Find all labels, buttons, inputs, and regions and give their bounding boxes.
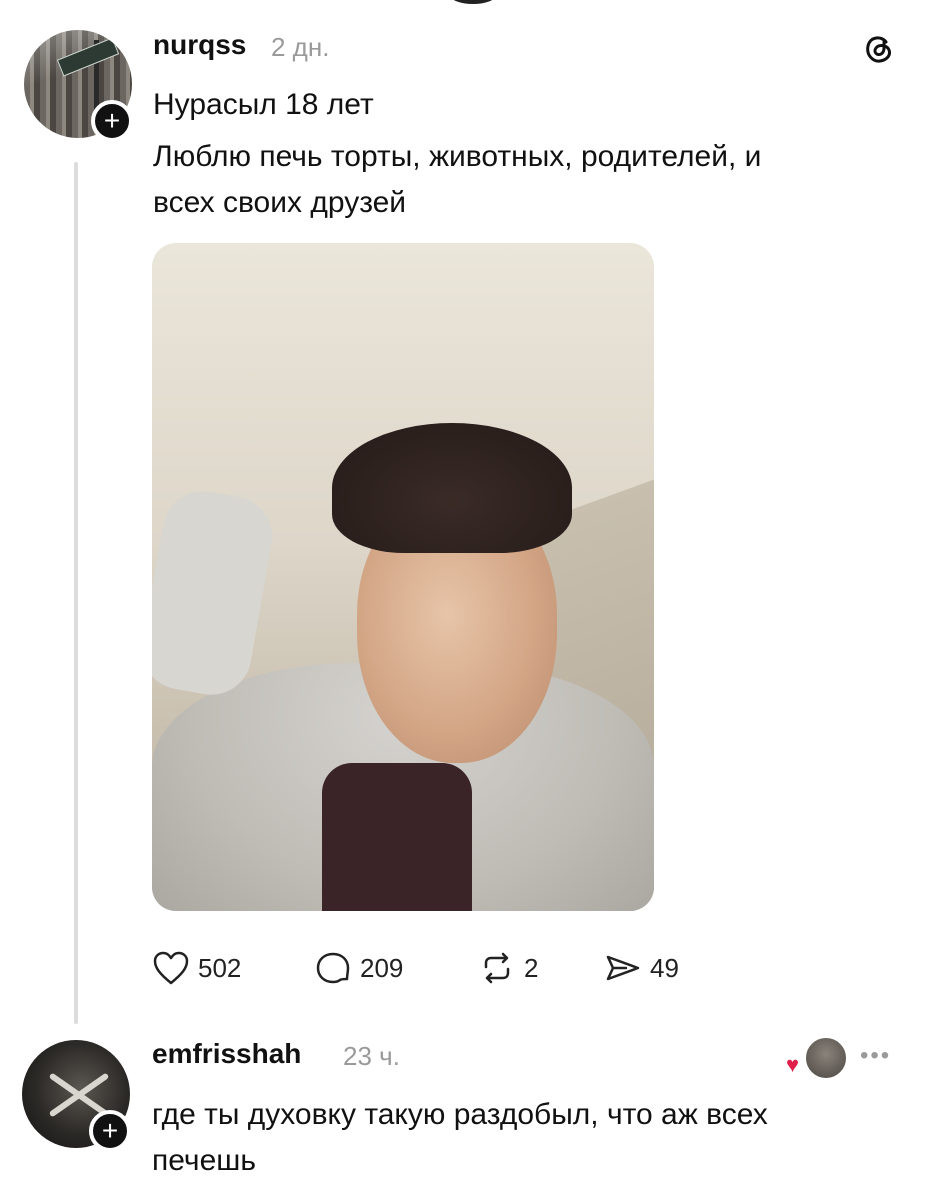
heart-icon [153, 951, 189, 985]
photo-detail [322, 763, 472, 911]
like-button[interactable]: 502 [152, 948, 241, 988]
reply-timestamp: 23 ч. [343, 1041, 400, 1071]
post-photo[interactable] [152, 243, 654, 911]
share-button[interactable]: 49 [604, 948, 679, 988]
like-count: 502 [198, 952, 242, 983]
share-count: 49 [650, 952, 679, 983]
comment-bubble-icon [316, 952, 350, 984]
post-body: Люблю печь торты, животных, родителей, и… [153, 140, 762, 219]
post-actions-bar: 502 209 2 49 [152, 948, 752, 988]
post-username[interactable]: nurqss [153, 29, 246, 61]
comment-count: 209 [360, 952, 404, 983]
liked-by-avatar [804, 1036, 848, 1080]
photo-detail [332, 423, 572, 553]
reply-username[interactable]: emfrisshah [152, 1038, 301, 1070]
thread-connector-line [74, 162, 78, 1024]
reply-meta: ♥ ••• [786, 1036, 906, 1080]
repost-button[interactable]: 2 [478, 948, 538, 988]
avatar-detail [56, 37, 120, 77]
post-timestamp: 2 дн. [271, 32, 330, 62]
liked-heart-icon: ♥ [786, 1052, 800, 1077]
repost-icon [484, 952, 510, 984]
more-dots-icon[interactable]: ••• [860, 1042, 891, 1070]
repost-count: 2 [524, 952, 539, 983]
comment-button[interactable]: 209 [314, 948, 403, 988]
photo-detail [152, 484, 279, 702]
send-icon [606, 955, 640, 981]
reply-body: где ты духовку такую раздобыл, что аж вс… [152, 1098, 768, 1177]
post-text-line: Нурасыл 18 лет [153, 88, 374, 121]
follow-plus-icon[interactable]: + [91, 100, 133, 142]
top-edge-element [450, 0, 496, 4]
threads-logo-icon[interactable] [862, 32, 896, 66]
follow-plus-icon[interactable]: + [89, 1110, 131, 1152]
